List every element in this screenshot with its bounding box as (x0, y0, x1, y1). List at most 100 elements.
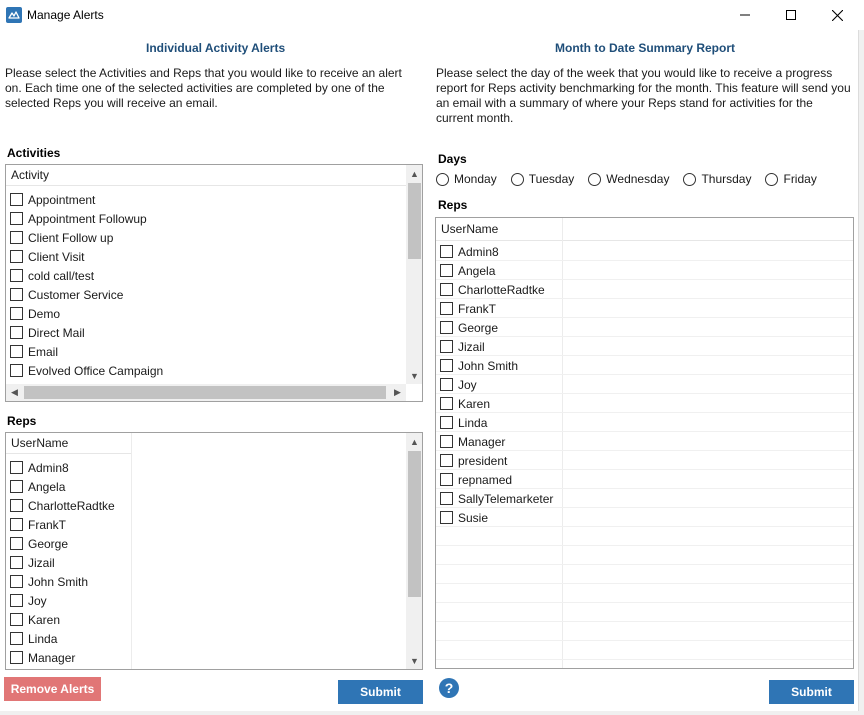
right-reps-list[interactable]: UserName Admin8 Angela CharlotteRadtke Fran… (435, 217, 854, 669)
checkbox[interactable] (440, 340, 453, 353)
summary-rep-item[interactable]: SallyTelemarketer (436, 489, 851, 508)
checkbox[interactable] (10, 364, 23, 377)
summary-rep-item[interactable]: Joy (436, 375, 851, 394)
radio-button[interactable] (765, 172, 779, 186)
checkbox[interactable] (440, 378, 453, 391)
rep-item[interactable]: Karen (6, 610, 401, 629)
summary-rep-item[interactable]: Linda (436, 413, 851, 432)
checkbox[interactable] (10, 193, 23, 206)
checkbox[interactable] (440, 321, 453, 334)
username-column-header[interactable]: UserName (6, 433, 132, 454)
checkbox[interactable] (440, 264, 453, 277)
checkbox[interactable] (10, 556, 23, 569)
summary-rep-item[interactable]: Jizail (436, 337, 851, 356)
day-radio-2[interactable]: Wednesday (588, 172, 669, 186)
radio-button[interactable] (683, 172, 697, 186)
activity-item[interactable]: cold call/test (6, 266, 401, 285)
checkbox[interactable] (10, 269, 23, 282)
summary-rep-item[interactable]: Angela (436, 261, 851, 280)
summary-rep-item[interactable]: Susie (436, 508, 851, 527)
question-icon[interactable]: ? (439, 678, 459, 698)
scroll-down-arrow-icon[interactable]: ▼ (406, 367, 422, 384)
rep-item[interactable]: Admin8 (6, 458, 401, 477)
activity-item[interactable]: Client Follow up (6, 228, 401, 247)
radio-button[interactable] (510, 172, 524, 186)
checkbox[interactable] (10, 250, 23, 263)
checkbox[interactable] (10, 480, 23, 493)
checkbox[interactable] (440, 283, 453, 296)
summary-rep-item[interactable]: George (436, 318, 851, 337)
summary-rep-item[interactable]: Admin8 (436, 242, 851, 261)
checkbox[interactable] (10, 345, 23, 358)
checkbox[interactable] (10, 537, 23, 550)
checkbox[interactable] (10, 518, 23, 531)
scrollbar-thumb[interactable] (24, 386, 386, 399)
scroll-left-arrow-icon[interactable]: ◀ (6, 384, 23, 401)
checkbox[interactable] (10, 231, 23, 244)
activity-item[interactable]: Demo (6, 304, 401, 323)
summary-rep-item[interactable]: FrankT (436, 299, 851, 318)
checkbox[interactable] (10, 212, 23, 225)
checkbox[interactable] (440, 245, 453, 258)
activity-item[interactable]: Appointment Followup (6, 209, 401, 228)
checkbox[interactable] (440, 454, 453, 467)
checkbox[interactable] (440, 511, 453, 524)
day-radio-4[interactable]: Friday (765, 172, 817, 186)
radio-button[interactable] (588, 172, 602, 186)
day-radio-0[interactable]: Monday (436, 172, 497, 186)
minimize-button[interactable] (722, 0, 768, 30)
activities-horizontal-scrollbar[interactable]: ◀ ▶ (6, 384, 406, 401)
scroll-down-arrow-icon[interactable]: ▼ (406, 652, 422, 669)
reps-vertical-scrollbar[interactable]: ▲ ▼ (406, 433, 422, 669)
checkbox[interactable] (440, 492, 453, 505)
rep-item[interactable]: CharlotteRadtke (6, 496, 401, 515)
activity-item[interactable]: Customer Service (6, 285, 401, 304)
checkbox[interactable] (10, 307, 23, 320)
checkbox[interactable] (440, 416, 453, 429)
checkbox[interactable] (440, 435, 453, 448)
summary-rep-item[interactable]: CharlotteRadtke (436, 280, 851, 299)
scroll-right-arrow-icon[interactable]: ▶ (389, 384, 406, 401)
rep-item[interactable]: Jizail (6, 553, 401, 572)
checkbox[interactable] (10, 632, 23, 645)
checkbox[interactable] (10, 499, 23, 512)
submit-activity-alerts-button[interactable]: Submit (338, 680, 423, 704)
radio-button[interactable] (436, 172, 449, 186)
checkbox[interactable] (440, 359, 453, 372)
summary-rep-item[interactable]: repnamed (436, 470, 851, 489)
remove-alerts-button[interactable]: Remove Alerts (4, 677, 101, 701)
scroll-up-arrow-icon[interactable]: ▲ (406, 165, 422, 182)
rep-item[interactable]: John Smith (6, 572, 401, 591)
checkbox[interactable] (10, 651, 23, 664)
submit-summary-report-button[interactable]: Submit (769, 680, 854, 704)
activity-item[interactable]: Client Visit (6, 247, 401, 266)
checkbox[interactable] (10, 613, 23, 626)
scrollbar-thumb[interactable] (408, 183, 421, 259)
checkbox[interactable] (440, 302, 453, 315)
activity-column-header[interactable]: Activity (6, 165, 406, 186)
rep-item[interactable]: Linda (6, 629, 401, 648)
rep-item[interactable]: Manager (6, 648, 401, 667)
activities-list[interactable]: Activity Appointment Appointment Followup… (5, 164, 423, 402)
checkbox[interactable] (10, 594, 23, 607)
rep-item[interactable]: Joy (6, 591, 401, 610)
summary-rep-item[interactable]: Karen (436, 394, 851, 413)
activity-item[interactable]: Email (6, 342, 401, 361)
activity-item[interactable]: Evolved Office Campaign (6, 361, 401, 380)
checkbox[interactable] (10, 461, 23, 474)
scrollbar-thumb[interactable] (408, 451, 421, 597)
activities-vertical-scrollbar[interactable]: ▲ ▼ (406, 165, 422, 384)
summary-rep-item[interactable]: Manager (436, 432, 851, 451)
day-radio-1[interactable]: Tuesday (510, 172, 574, 186)
day-radio-3[interactable]: Thursday (683, 172, 751, 186)
summary-rep-item[interactable]: John Smith (436, 356, 851, 375)
scroll-up-arrow-icon[interactable]: ▲ (406, 433, 422, 450)
left-reps-list[interactable]: UserName Admin8 Angela CharlotteRadtke Fran… (5, 432, 423, 670)
close-button[interactable] (814, 0, 860, 30)
checkbox[interactable] (440, 473, 453, 486)
activity-item[interactable]: Direct Mail (6, 323, 401, 342)
summary-rep-item[interactable]: president (436, 451, 851, 470)
rep-item[interactable]: FrankT (6, 515, 401, 534)
username-column-header[interactable]: UserName (436, 218, 853, 241)
activity-item[interactable]: Appointment (6, 190, 401, 209)
